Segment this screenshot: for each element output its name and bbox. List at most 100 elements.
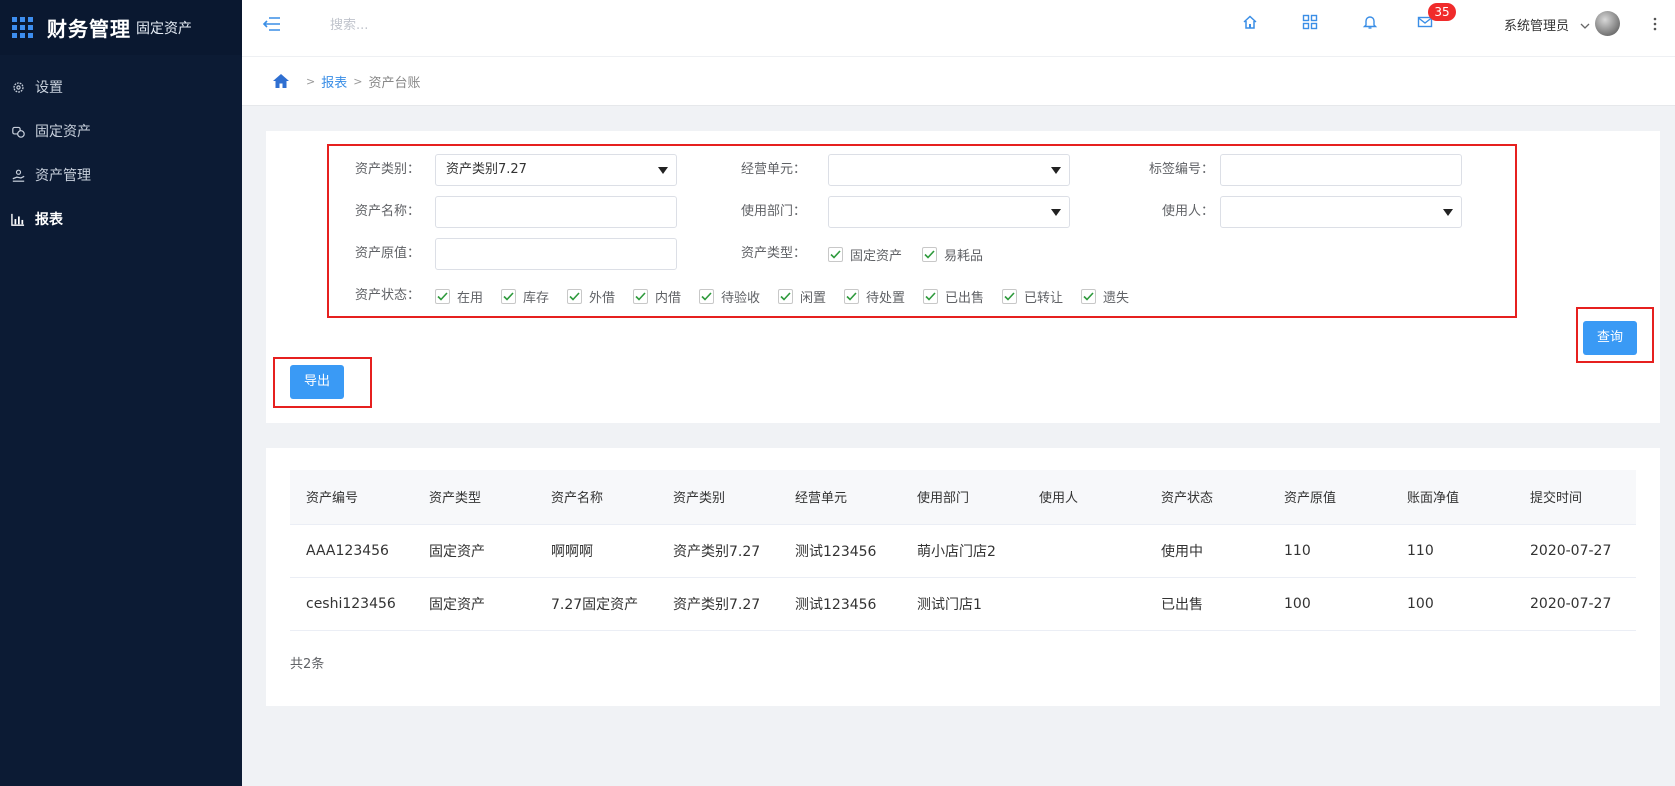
table-cell: ceshi123456 bbox=[290, 577, 413, 631]
check-icon bbox=[501, 289, 516, 304]
checkbox-consumable[interactable]: 易耗品 bbox=[922, 245, 983, 264]
filter-panel: 资产类别： 资产类别7.27 经营单元： 标签编号： 资产名称： 使用部门： 使… bbox=[266, 131, 1660, 423]
user-select[interactable] bbox=[1220, 196, 1462, 228]
checkbox-label: 外借 bbox=[589, 291, 616, 306]
check-icon bbox=[778, 289, 793, 304]
table-row[interactable]: ceshi123456 固定资产 7.27固定资产 资产类别7.27 测试123… bbox=[290, 577, 1636, 631]
table-header-row: 资产编号 资产类型 资产名称 资产类别 经营单元 使用部门 使用人 资产状态 资… bbox=[290, 470, 1636, 525]
column-header: 资产名称 bbox=[535, 470, 657, 525]
checkbox-status-pending-disposal[interactable]: 待处置 bbox=[844, 287, 905, 306]
avatar[interactable] bbox=[1595, 11, 1620, 36]
table-cell: 资产类别7.27 bbox=[657, 524, 779, 578]
asset-name-input[interactable] bbox=[435, 196, 677, 228]
checkbox-label: 内借 bbox=[655, 291, 682, 306]
asset-ledger-table: 资产编号 资产类型 资产名称 资产类别 经营单元 使用部门 使用人 资产状态 资… bbox=[290, 470, 1636, 631]
asset-category-value: 资产类别7.27 bbox=[446, 162, 527, 177]
checkbox-label: 待验收 bbox=[721, 291, 761, 306]
checkbox-status-lent-out[interactable]: 外借 bbox=[567, 287, 615, 306]
business-unit-label: 经营单元： bbox=[740, 162, 806, 177]
search-input[interactable] bbox=[330, 14, 630, 36]
checkbox-label: 库存 bbox=[523, 291, 550, 306]
table-cell: 2020-07-27 bbox=[1514, 524, 1636, 578]
check-icon bbox=[828, 247, 843, 262]
query-button[interactable]: 查询 bbox=[1583, 321, 1637, 355]
apps-icon[interactable] bbox=[1302, 14, 1320, 32]
more-vertical-icon[interactable] bbox=[1652, 15, 1658, 33]
table-cell: 固定资产 bbox=[413, 577, 535, 631]
checkbox-fixed-asset[interactable]: 固定资产 bbox=[828, 245, 902, 264]
check-icon bbox=[1081, 289, 1096, 304]
sidebar-item-fixed-assets[interactable]: 固定资产 bbox=[0, 109, 242, 153]
check-icon bbox=[699, 289, 714, 304]
table-cell: 固定资产 bbox=[413, 524, 535, 578]
business-unit-select[interactable] bbox=[828, 154, 1070, 186]
checkbox-status-pending-acceptance[interactable]: 待验收 bbox=[699, 287, 760, 306]
table-cell: 2020-07-27 bbox=[1514, 577, 1636, 631]
original-value-label: 资产原值： bbox=[354, 246, 420, 261]
breadcrumb-separator: > bbox=[306, 74, 316, 88]
checkbox-status-transferred[interactable]: 已转让 bbox=[1002, 287, 1063, 306]
caret-down-icon bbox=[1443, 209, 1453, 216]
column-header: 资产原值 bbox=[1268, 470, 1391, 525]
table-cell: 啊啊啊 bbox=[535, 524, 657, 578]
table-row[interactable]: AAA123456 固定资产 啊啊啊 资产类别7.27 测试123456 萌小店… bbox=[290, 524, 1636, 578]
checkbox-status-lost[interactable]: 遗失 bbox=[1081, 287, 1129, 306]
breadcrumb-link-reports[interactable]: 报表 bbox=[321, 72, 347, 91]
caret-down-icon bbox=[1051, 167, 1061, 174]
sidebar-item-asset-management[interactable]: 资产管理 bbox=[0, 153, 242, 197]
export-button[interactable]: 导出 bbox=[290, 365, 344, 399]
table-cell: 100 bbox=[1268, 577, 1391, 631]
chevron-down-icon[interactable] bbox=[1580, 19, 1590, 29]
table-cell: 资产类别7.27 bbox=[657, 577, 779, 631]
table-cell: 110 bbox=[1391, 524, 1514, 578]
asset-name-label: 资产名称： bbox=[354, 204, 420, 219]
checkbox-status-in-use[interactable]: 在用 bbox=[435, 287, 483, 306]
home-icon[interactable] bbox=[1242, 14, 1260, 32]
check-icon bbox=[844, 289, 859, 304]
menu-toggle-icon[interactable] bbox=[262, 14, 282, 34]
checkbox-status-idle[interactable]: 闲置 bbox=[778, 287, 826, 306]
table-cell: AAA123456 bbox=[290, 524, 413, 578]
check-icon bbox=[567, 289, 582, 304]
apps-grid-icon[interactable] bbox=[12, 16, 34, 39]
column-header: 资产类型 bbox=[413, 470, 535, 525]
brand: 财务管理 固定资产 bbox=[0, 0, 242, 55]
gear-icon bbox=[11, 80, 25, 94]
column-header: 资产状态 bbox=[1145, 470, 1268, 525]
tag-number-label: 标签编号： bbox=[1148, 162, 1214, 177]
checkbox-status-lent-internal[interactable]: 内借 bbox=[633, 287, 681, 306]
breadcrumb-separator: > bbox=[353, 74, 363, 88]
table-cell bbox=[1023, 577, 1145, 631]
asset-category-select[interactable]: 资产类别7.27 bbox=[435, 154, 677, 186]
sidebar-item-label: 固定资产 bbox=[35, 124, 91, 140]
table-cell: 萌小店门店2 bbox=[901, 524, 1023, 578]
sidebar-item-reports[interactable]: 报表 bbox=[0, 197, 242, 241]
tag-number-input[interactable] bbox=[1220, 154, 1462, 186]
table-cell: 测试123456 bbox=[779, 577, 901, 631]
table-cell: 110 bbox=[1268, 524, 1391, 578]
check-icon bbox=[435, 289, 450, 304]
check-icon bbox=[923, 289, 938, 304]
user-name[interactable]: 系统管理员 bbox=[1504, 15, 1569, 34]
table-cell: 7.27固定资产 bbox=[535, 577, 657, 631]
check-icon bbox=[922, 247, 937, 262]
total-count: 共2条 bbox=[290, 657, 325, 672]
caret-down-icon bbox=[658, 167, 668, 174]
department-select[interactable] bbox=[828, 196, 1070, 228]
sidebar-item-settings[interactable]: 设置 bbox=[0, 65, 242, 109]
table-cell bbox=[1023, 524, 1145, 578]
checkbox-status-sold[interactable]: 已出售 bbox=[923, 287, 984, 306]
check-icon bbox=[1002, 289, 1017, 304]
asset-status-label: 资产状态： bbox=[354, 288, 420, 303]
home-icon[interactable] bbox=[272, 73, 290, 89]
bell-icon[interactable] bbox=[1362, 14, 1380, 32]
app-title: 财务管理 bbox=[47, 17, 131, 41]
breadcrumb: > 报表 > 资产台账 bbox=[242, 56, 1675, 106]
checkbox-label: 闲置 bbox=[800, 291, 827, 306]
original-value-input[interactable] bbox=[435, 238, 677, 270]
checkbox-status-stock[interactable]: 库存 bbox=[501, 287, 549, 306]
table-panel: 资产编号 资产类型 资产名称 资产类别 经营单元 使用部门 使用人 资产状态 资… bbox=[266, 448, 1660, 706]
column-header: 使用部门 bbox=[901, 470, 1023, 525]
checkbox-label: 在用 bbox=[457, 291, 484, 306]
column-header: 经营单元 bbox=[779, 470, 901, 525]
